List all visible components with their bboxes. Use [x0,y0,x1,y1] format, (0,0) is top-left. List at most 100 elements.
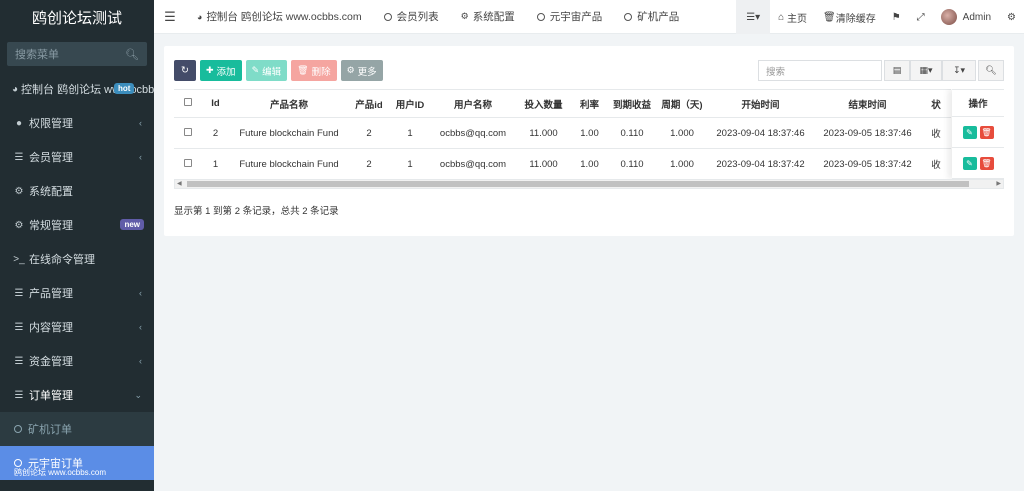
gear-icon: ⚙ [460,11,469,21]
sidebar-item-members[interactable]: ☰ 会员管理 ‹ [0,140,154,174]
column-header[interactable]: 开始时间 [707,89,814,118]
circle-icon [14,425,22,433]
sidebar-item-permissions[interactable]: ● 权限管理 ‹ [0,106,154,140]
home-button[interactable]: ⌂ 主页 [770,0,815,34]
sidebar-item-label: 订单管理 [29,390,73,402]
table-toolbar: ↻ ✚ 添加 ✎ 编辑 🗑︎ 删除 ⚙ 更多 [174,60,383,81]
row-delete-button[interactable]: 🗑︎ [979,125,994,139]
table-cell: 2023-09-05 18:37:46 [814,117,921,149]
sidebar-item-label: 权限管理 [29,118,73,130]
gears-icon: ⚙ [14,219,24,231]
more-label: 更多 [357,66,377,78]
table-cell: 收 [921,148,951,180]
sidebar-item-label: 在线命令管理 [29,254,95,266]
fullscreen-button[interactable]: ⤢ [909,0,933,34]
column-header[interactable]: 投入数量 [515,89,572,118]
sidebar-item-products[interactable]: ☰ 产品管理 ‹ [0,276,154,310]
user-menu[interactable]: Admin [933,0,999,34]
circle-icon [624,12,633,21]
table-cell: 2023-09-05 18:37:42 [814,148,921,180]
scroll-right-icon[interactable]: ▶ [996,180,1001,188]
horizontal-scrollbar[interactable]: ◀ ▶ [174,179,1004,189]
sidebar-item-orders[interactable]: ☰ 订单管理 ⌄ [0,378,154,412]
refresh-button[interactable]: ↻ [174,60,196,81]
table-cell: 2023-09-04 18:37:46 [707,117,814,149]
table-row[interactable]: 2 Future blockchain Fund 2 1 ocbbs@qq.co… [174,117,951,149]
sidebar-item-dashboard[interactable]: ◕ 控制台 鸥创论坛 www.ocbbs.com hot [0,72,154,106]
search-icon: 🔍︎ [125,48,139,61]
clear-cache-button[interactable]: 🗑︎ 清除缓存 [815,0,884,34]
column-header[interactable]: 用户名称 [431,89,515,118]
tab-system-config[interactable]: ⚙ 系统配置 [450,0,526,34]
row-checkbox[interactable] [174,117,202,149]
settings-button[interactable]: ⚙ [999,0,1024,34]
row-edit-button[interactable]: ✎ [962,125,977,139]
select-all-checkbox[interactable] [174,89,202,118]
add-button[interactable]: ✚ 添加 [200,60,242,81]
circle-icon [14,459,22,467]
edit-button[interactable]: ✎ 编辑 [245,60,288,81]
table-view-icon: ▤ [892,65,902,75]
tab-label: 元宇宙产品 [549,11,603,23]
dashboard-icon: ◕ [197,11,203,22]
menu-search-input[interactable]: 搜索菜单 🔍︎ [7,42,147,66]
table-cell: 11.000 [515,148,572,180]
list-icon: ☰ [14,389,24,401]
list-icon: ☰ [14,321,24,333]
column-header[interactable]: 周期（天) [657,89,707,118]
delete-button[interactable]: 🗑︎ 删除 [291,60,337,81]
hot-badge: hot [114,83,135,94]
home-label: 主页 [787,13,807,25]
column-header[interactable]: 用户ID [389,89,431,118]
tab-metaverse-products[interactable]: 元宇宙产品 [526,0,614,34]
more-button[interactable]: ⚙ 更多 [340,60,383,81]
export-dropdown-button[interactable]: ↧▾ [942,60,976,81]
column-header[interactable]: 产品id [349,89,389,118]
table-row[interactable]: 1 Future blockchain Fund 2 1 ocbbs@qq.co… [174,148,951,180]
row-delete-button[interactable]: 🗑︎ [979,156,994,170]
row-edit-button[interactable]: ✎ [962,156,977,170]
top-navbar: ☰ ◕ 控制台 鸥创论坛 www.ocbbs.com 会员列表 ⚙ 系统配置 元… [154,0,1024,34]
scrollbar-thumb[interactable] [187,181,969,187]
column-header[interactable]: Id [202,89,229,118]
row-checkbox[interactable] [174,148,202,180]
search-placeholder: 搜索 [766,66,786,78]
table-cell: 1 [202,148,229,180]
sidebar-subitem-miner-orders[interactable]: 矿机订单 [0,412,154,446]
table-cell: 1 [389,148,431,180]
tab-label: 矿机产品 [637,11,680,23]
tabs-dropdown-button[interactable]: ☰▾ [736,0,771,34]
user-name: Admin [962,11,992,23]
app-logo[interactable]: 鸥创论坛测试 [0,0,154,34]
column-header[interactable]: 结束时间 [814,89,921,118]
language-button[interactable]: ⚑ [884,0,909,34]
sidebar-item-general[interactable]: ⚙ 常规管理 new [0,208,154,242]
columns-dropdown-button[interactable]: ▦▾ [910,60,942,81]
sidebar-item-funds[interactable]: ☰ 资金管理 ‹ [0,344,154,378]
sidebar-item-content[interactable]: ☰ 内容管理 ‹ [0,310,154,344]
delete-label: 删除 [311,66,331,78]
toggle-view-button[interactable]: ▤ [884,60,910,81]
column-header[interactable]: 到期收益 [607,89,657,118]
gears-icon: ⚙ [1007,11,1016,23]
advanced-search-button[interactable]: 🔍︎ [978,60,1004,81]
menu-toggle-icon[interactable]: ☰ [154,9,186,25]
list-icon: ☰ [14,151,24,163]
scroll-left-icon[interactable]: ◀ [177,180,182,188]
export-icon: ↧▾ [952,65,966,75]
edit-label: 编辑 [262,66,282,78]
tab-miner-products[interactable]: 矿机产品 [613,0,690,34]
table-search-input[interactable]: 搜索 [758,60,882,81]
list-icon: ☰ [14,287,24,299]
sidebar-item-online-command[interactable]: >_ 在线命令管理 [0,242,154,276]
column-header[interactable]: 利率 [572,89,607,118]
language-icon: ⚑ [891,11,901,23]
tab-dashboard[interactable]: ◕ 控制台 鸥创论坛 www.ocbbs.com [186,0,373,34]
column-header[interactable]: 状 [921,89,951,118]
menu-search-placeholder: 搜索菜单 [15,49,59,61]
sidebar-item-system-config[interactable]: ⚙ 系统配置 [0,174,154,208]
table-cell: 1 [389,117,431,149]
watermark-text: 鸥创论坛 www.ocbbs.com [14,468,107,477]
tab-member-list[interactable]: 会员列表 [373,0,450,34]
column-header[interactable]: 产品名称 [229,89,349,118]
